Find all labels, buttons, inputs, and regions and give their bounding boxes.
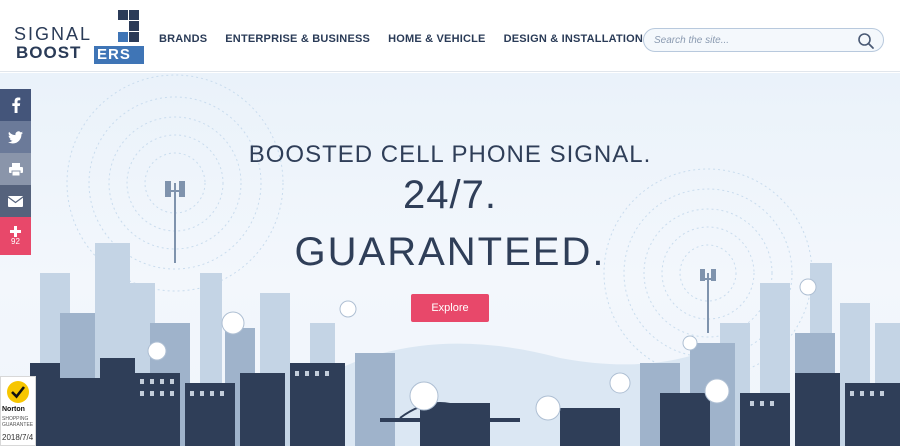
nav-home-vehicle[interactable]: HOME & VEHICLE (388, 33, 486, 45)
logo-text-top: SIGNAL (14, 24, 93, 44)
nav-brands[interactable]: BRANDS (159, 33, 207, 45)
plus-icon (10, 226, 21, 237)
share-email-button[interactable] (0, 185, 31, 217)
site-logo[interactable]: SIGNAL BOOST ERS (14, 10, 144, 64)
share-count: 92 (11, 237, 20, 246)
print-icon (8, 162, 23, 176)
hero-headline-line1: BOOSTED CELL PHONE SIGNAL. (248, 141, 652, 168)
logo-square (129, 10, 139, 20)
site-header: SIGNAL BOOST ERS BRANDS ENTERPRISE & BUS… (0, 0, 900, 72)
norton-date: 2018/7/4 (2, 433, 34, 442)
email-icon (8, 195, 23, 207)
explore-button[interactable]: Explore (411, 294, 489, 322)
norton-brand: Norton (2, 406, 25, 413)
logo-square (118, 10, 128, 20)
share-print-button[interactable] (0, 153, 31, 185)
search-icon[interactable] (857, 32, 875, 50)
main-nav: BRANDS ENTERPRISE & BUSINESS HOME & VEHI… (159, 33, 643, 45)
nav-enterprise-business[interactable]: ENTERPRISE & BUSINESS (225, 33, 370, 45)
norton-shopping-guarantee-badge[interactable]: Norton SHOPPING GUARANTEE 2018/7/4 (0, 376, 36, 446)
norton-guarantee-text: SHOPPING GUARANTEE (2, 416, 34, 428)
checkmark-icon (7, 381, 29, 403)
logo-square (129, 21, 139, 31)
search-box (643, 28, 884, 52)
hero-section: BOOSTED CELL PHONE SIGNAL. 24/7. GUARANT… (0, 73, 900, 446)
search-input[interactable] (654, 33, 844, 48)
logo-square (129, 32, 139, 42)
share-twitter-button[interactable] (0, 121, 31, 153)
logo-square (118, 32, 128, 42)
logo-badge: ERS (94, 46, 144, 64)
logo-text-bottom: BOOST (16, 43, 82, 62)
nav-design-installation[interactable]: DESIGN & INSTALLATION (504, 33, 643, 45)
twitter-icon (8, 130, 23, 143)
share-facebook-button[interactable] (0, 89, 31, 121)
share-more-button[interactable]: 92 (0, 217, 31, 255)
hero-headline-line3: GUARANTEED. (294, 230, 606, 274)
social-share-bar: 92 (0, 89, 31, 255)
hero-headline-line2: 24/7. (403, 173, 497, 217)
facebook-icon (11, 97, 20, 113)
